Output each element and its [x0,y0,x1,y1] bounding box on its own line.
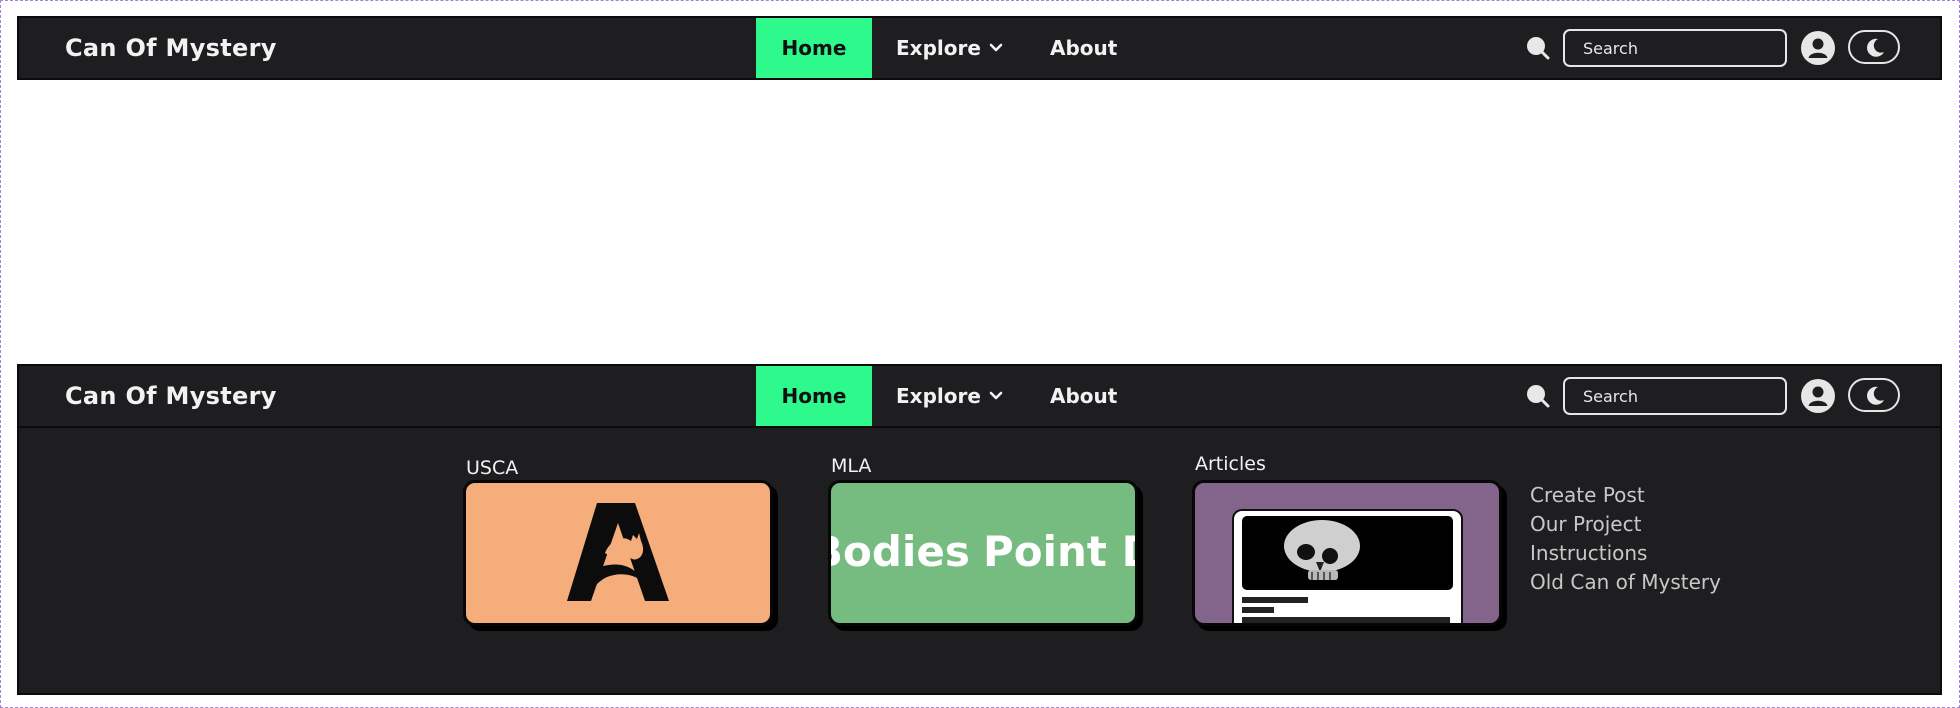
article-preview [1232,509,1463,623]
link-our-project[interactable]: Our Project [1530,510,1721,539]
nav-home[interactable]: Home [756,18,872,78]
explore-dropdown: USCA MLA Bodies Point D Articles [17,428,1942,695]
brand-logo[interactable]: Can Of Mystery [65,18,277,78]
search-icon[interactable] [1525,35,1551,61]
chevron-down-icon [989,391,1003,400]
theme-toggle[interactable] [1848,378,1900,412]
search-input[interactable] [1563,29,1787,67]
link-old-can-of-mystery[interactable]: Old Can of Mystery [1530,568,1721,597]
article-line [1242,607,1274,613]
usca-card[interactable] [463,480,773,626]
user-icon[interactable] [1800,378,1836,414]
chevron-down-icon [989,43,1003,52]
articles-card[interactable] [1192,480,1502,626]
skull-image [1242,516,1453,590]
nav-about[interactable]: About [1050,18,1117,78]
navbar: Can Of Mystery Home Explore About [17,16,1942,80]
nav-about[interactable]: About [1050,366,1117,426]
search-input[interactable] [1563,377,1787,415]
theme-toggle[interactable] [1848,30,1900,64]
mla-label: MLA [831,455,872,477]
mla-marquee-right: Point D [983,527,1135,576]
articles-label: Articles [1195,453,1266,475]
usca-label: USCA [466,457,519,479]
mla-card[interactable]: Bodies Point D [828,480,1138,626]
search-icon[interactable] [1525,383,1551,409]
quick-links: Create Post Our Project Instructions Old… [1530,481,1721,597]
nav-explore[interactable]: Explore [896,18,1003,78]
mla-marquee-left: Bodies [831,527,970,576]
moon-icon [1867,38,1884,57]
usca-logo-icon [567,503,669,601]
nav-explore-label: Explore [896,384,981,408]
article-line [1242,597,1308,603]
navbar-expanded: Can Of Mystery Home Explore About [17,364,1942,428]
link-instructions[interactable]: Instructions [1530,539,1721,568]
nav-home[interactable]: Home [756,366,872,426]
article-line [1242,617,1450,623]
link-create-post[interactable]: Create Post [1530,481,1721,510]
nav-explore[interactable]: Explore [896,366,1003,426]
user-icon[interactable] [1800,30,1836,66]
nav-explore-label: Explore [896,36,981,60]
brand-logo[interactable]: Can Of Mystery [65,366,277,426]
moon-icon [1867,386,1884,405]
